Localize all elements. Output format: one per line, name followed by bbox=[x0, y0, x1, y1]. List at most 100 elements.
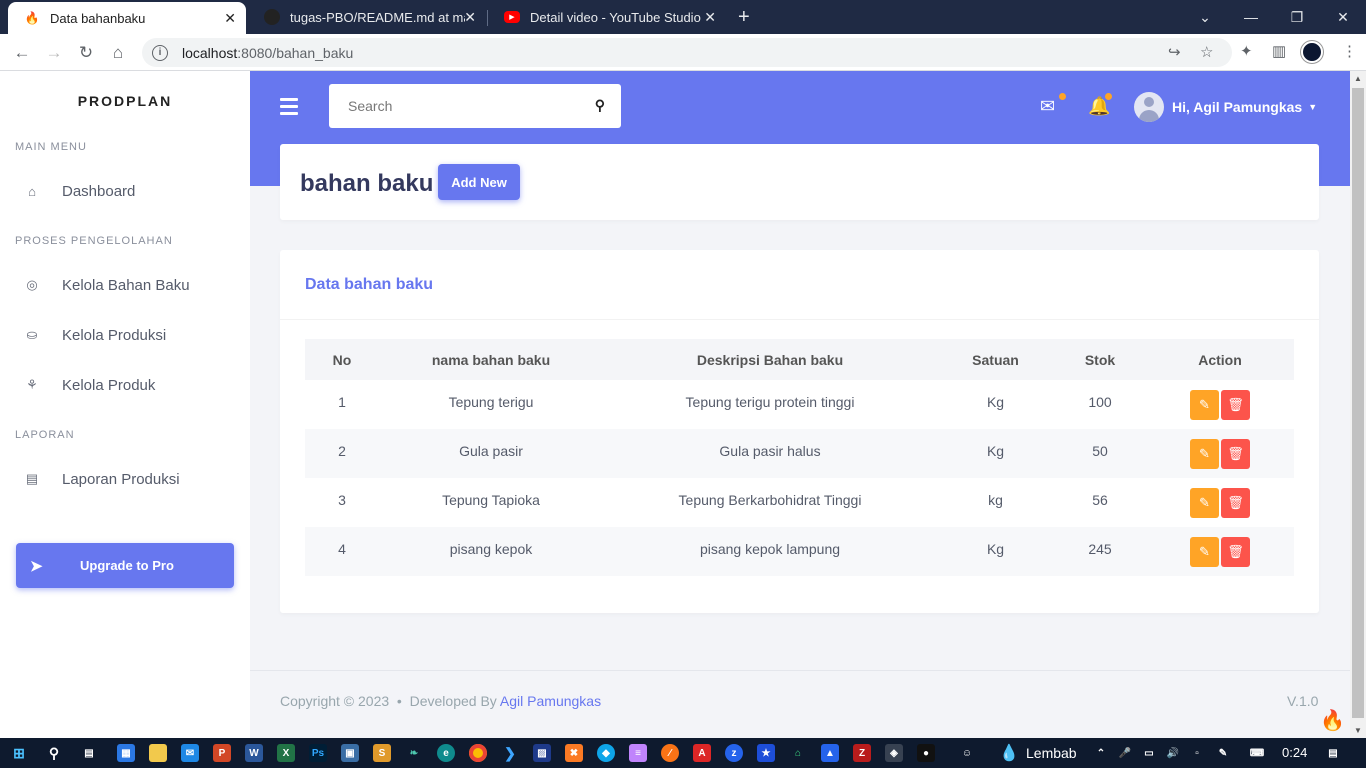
scroll-down-icon[interactable]: ▼ bbox=[1354, 726, 1362, 735]
edge-icon[interactable]: e bbox=[437, 744, 455, 762]
close-tab-icon[interactable]: ✕ bbox=[464, 9, 476, 26]
forward-icon[interactable]: → bbox=[42, 41, 66, 65]
sidebar-item-kelola-produk[interactable]: ⚘ Kelola Produk bbox=[0, 365, 250, 405]
search-icon[interactable]: ⚲ bbox=[595, 97, 605, 114]
task-view-icon[interactable]: ▤ bbox=[80, 744, 98, 762]
extensions-icon[interactable]: ✦ bbox=[1240, 42, 1253, 60]
side-panel-icon[interactable]: ▥ bbox=[1272, 42, 1286, 60]
app-icon[interactable]: ▲ bbox=[821, 744, 839, 762]
app-icon[interactable]: ≡ bbox=[629, 744, 647, 762]
user-dropdown[interactable]: Hi, Agil Pamungkas ▼ bbox=[1134, 92, 1317, 122]
scrollbar-thumb[interactable] bbox=[1352, 88, 1364, 718]
restore-icon[interactable]: ❐ bbox=[1274, 0, 1320, 34]
app-icon[interactable]: ▣ bbox=[341, 744, 359, 762]
bird-app-icon[interactable]: ❧ bbox=[405, 744, 423, 762]
sidebar-item-label: Kelola Bahan Baku bbox=[62, 276, 190, 294]
column-header-stok: Stok bbox=[1054, 339, 1146, 380]
clock[interactable]: 0:24 bbox=[1282, 745, 1307, 760]
brand-logo[interactable]: PRODPLAN bbox=[0, 93, 250, 109]
profile-avatar[interactable] bbox=[1301, 41, 1323, 63]
chrome-icon[interactable] bbox=[469, 744, 487, 762]
tab-data-bahanbaku[interactable]: 🔥 Data bahanbaku ✕ bbox=[8, 2, 246, 34]
file-explorer-icon[interactable] bbox=[149, 744, 167, 762]
sidebar-item-kelola-bahan-baku[interactable]: ◎ Kelola Bahan Baku bbox=[0, 265, 250, 305]
sidebar-item-dashboard[interactable]: ⌂ Dashboard bbox=[0, 171, 250, 211]
close-tab-icon[interactable]: ✕ bbox=[704, 9, 716, 26]
close-window-icon[interactable]: ✕ bbox=[1320, 0, 1366, 34]
filezilla-icon[interactable]: Z bbox=[853, 744, 871, 762]
zoom-icon[interactable]: z bbox=[725, 744, 743, 762]
excel-icon[interactable]: X bbox=[277, 744, 295, 762]
delete-button[interactable]: 🗑 bbox=[1221, 488, 1250, 518]
pen-icon[interactable]: ✎ bbox=[1214, 744, 1232, 762]
tab-github-readme[interactable]: tugas-PBO/README.md at maste ✕ bbox=[248, 0, 486, 34]
tab-title: Data bahanbaku bbox=[50, 10, 146, 26]
word-icon[interactable]: W bbox=[245, 744, 263, 762]
android-studio-icon[interactable]: ⌂ bbox=[789, 744, 807, 762]
home-icon[interactable]: ⌂ bbox=[106, 41, 130, 65]
sidebar-item-kelola-produksi[interactable]: ⛀ Kelola Produksi bbox=[0, 315, 250, 355]
volume-icon[interactable]: 🔊 bbox=[1164, 744, 1182, 762]
edit-button[interactable]: ✎ bbox=[1190, 488, 1219, 518]
delete-button[interactable]: 🗑 bbox=[1221, 537, 1250, 567]
search-icon[interactable]: ⚲ bbox=[45, 744, 63, 762]
hamburger-menu-icon[interactable] bbox=[280, 98, 298, 119]
microphone-icon[interactable]: 🎤 bbox=[1116, 744, 1134, 762]
search-input[interactable] bbox=[348, 98, 578, 114]
sublime-icon[interactable]: S bbox=[373, 744, 391, 762]
keyboard-icon[interactable]: ⌨ bbox=[1248, 744, 1266, 762]
vscode-icon[interactable]: ❯ bbox=[501, 744, 519, 762]
people-icon[interactable]: ☺ bbox=[958, 744, 976, 762]
tab-youtube-studio[interactable]: ▶ Detail video - YouTube Studio ✕ bbox=[488, 0, 726, 34]
chevron-up-icon[interactable]: ⌃ bbox=[1092, 744, 1110, 762]
bookmark-star-icon[interactable]: ☆ bbox=[1200, 43, 1213, 61]
mail-app-icon[interactable]: ✉ bbox=[181, 744, 199, 762]
notifications-icon[interactable]: ▤ bbox=[1324, 744, 1342, 762]
app-icon[interactable]: ★ bbox=[757, 744, 775, 762]
close-tab-icon[interactable]: ✕ bbox=[224, 10, 236, 27]
delete-button[interactable]: 🗑 bbox=[1221, 439, 1250, 469]
app-icon[interactable]: ◈ bbox=[885, 744, 903, 762]
app-icon[interactable]: ∕ bbox=[661, 744, 679, 762]
share-icon[interactable]: ↪ bbox=[1168, 43, 1181, 61]
minimize-icon[interactable]: — bbox=[1228, 0, 1274, 34]
author-link[interactable]: Agil Pamungkas bbox=[500, 693, 601, 709]
upgrade-to-pro-button[interactable]: ➤ Upgrade to Pro bbox=[16, 543, 234, 588]
network-icon[interactable]: ▫ bbox=[1188, 744, 1206, 762]
add-new-button[interactable]: Add New bbox=[438, 164, 520, 200]
rocket-icon: ➤ bbox=[30, 557, 43, 575]
photoshop-icon[interactable]: Ps bbox=[309, 744, 327, 762]
trash-icon: 🗑 bbox=[1227, 495, 1244, 510]
app-icon[interactable]: ▨ bbox=[533, 744, 551, 762]
edit-button[interactable]: ✎ bbox=[1190, 537, 1219, 567]
app-icon[interactable]: ● bbox=[917, 744, 935, 762]
chrome-menu-icon[interactable]: ⋮ bbox=[1342, 42, 1357, 60]
trash-icon: 🗑 bbox=[1227, 397, 1244, 412]
store-icon[interactable]: ▦ bbox=[117, 744, 135, 762]
weather-icon[interactable]: 💧 bbox=[999, 744, 1019, 762]
flame-icon[interactable]: 🔥 bbox=[1320, 708, 1345, 733]
back-icon[interactable]: ← bbox=[10, 41, 34, 65]
edit-button[interactable]: ✎ bbox=[1190, 439, 1219, 469]
mail-icon[interactable]: ✉ bbox=[1040, 96, 1055, 117]
page-scrollbar[interactable]: ▲ ▼ bbox=[1350, 71, 1366, 738]
footer-text: Copyright © 2023 • Developed By Agil Pam… bbox=[280, 693, 601, 709]
scroll-up-icon[interactable]: ▲ bbox=[1354, 74, 1362, 83]
app-icon[interactable]: ◆ bbox=[597, 744, 615, 762]
new-tab-button[interactable]: + bbox=[738, 6, 750, 29]
cell-deskripsi: Tepung terigu protein tinggi bbox=[685, 394, 855, 410]
sidebar-item-laporan-produksi[interactable]: ▤ Laporan Produksi bbox=[0, 459, 250, 499]
app-icon[interactable]: A bbox=[693, 744, 711, 762]
delete-button[interactable]: 🗑 bbox=[1221, 390, 1250, 420]
powerpoint-icon[interactable]: P bbox=[213, 744, 231, 762]
tab-search-icon[interactable]: ⌄ bbox=[1182, 0, 1228, 34]
battery-icon[interactable]: ▭ bbox=[1140, 744, 1158, 762]
windows-start-icon[interactable]: ⊞ bbox=[10, 744, 28, 762]
omnibox[interactable]: i localhost:8080/bahan_baku ↪ ☆ bbox=[142, 38, 1232, 67]
edit-button[interactable]: ✎ bbox=[1190, 390, 1219, 420]
reload-icon[interactable]: ↻ bbox=[74, 41, 98, 65]
cell-satuan: kg bbox=[988, 492, 1003, 508]
xampp-icon[interactable]: ✖ bbox=[565, 744, 583, 762]
cell-stok: 50 bbox=[1054, 429, 1146, 478]
site-info-icon[interactable]: i bbox=[152, 44, 168, 61]
